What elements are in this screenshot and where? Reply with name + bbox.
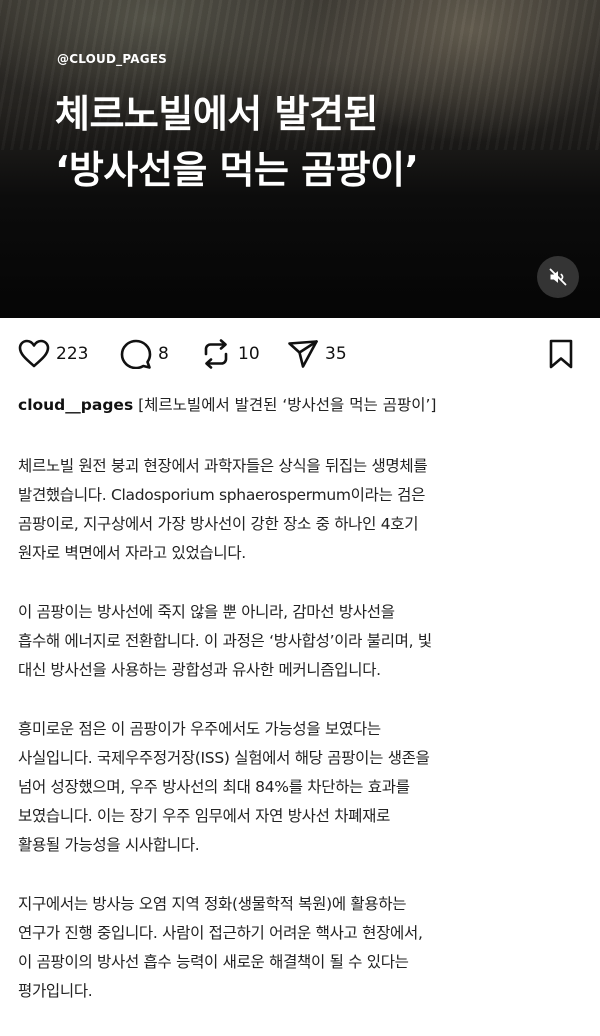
post-body: 체르노빌 원전 붕괴 현장에서 과학자들은 상식을 뒤집는 생명체를 발견했습니… <box>18 452 588 1036</box>
body-line: 보였습니다. 이는 장기 우주 임무에서 자연 방사선 차폐재로 <box>18 807 391 825</box>
body-line: 넘어 성장했으며, 우주 방사선의 최대 84%를 차단하는 효과를 <box>18 778 410 796</box>
heart-icon <box>18 339 50 368</box>
comment-button[interactable]: 8 <box>120 338 169 370</box>
body-paragraph-2: 이 곰팡이는 방사선에 죽지 않을 뿐 아니라, 감마선 방사선을 흡수해 에너… <box>18 598 588 685</box>
share-button[interactable]: 35 <box>287 338 347 370</box>
body-line: 이 곰팡이는 방사선에 죽지 않을 뿐 아니라, 감마선 방사선을 <box>18 603 395 621</box>
video-title-overlay: 체르노빌에서 발견된 ‘방사선을 먹는 곰팡이’ <box>55 86 555 198</box>
share-count: 35 <box>325 344 347 364</box>
repost-icon <box>204 339 228 369</box>
comment-count: 8 <box>158 344 169 364</box>
body-paragraph-1: 체르노빌 원전 붕괴 현장에서 과학자들은 상식을 뒤집는 생명체를 발견했습니… <box>18 452 588 568</box>
like-count: 223 <box>56 344 89 364</box>
post-actions-bar: 223 8 10 35 <box>0 318 600 392</box>
comment-bubble-icon <box>120 339 152 369</box>
post-caption: cloud__pages [체르노빌에서 발견된 ‘방사선을 먹는 곰팡이’] <box>18 393 588 417</box>
body-line: 원자로 벽면에서 자라고 있었습니다. <box>18 544 246 562</box>
body-line: 활용될 가능성을 시사합니다. <box>18 836 200 854</box>
body-line: 발견했습니다. Cladosporium sphaerospermum이라는 검… <box>18 486 426 504</box>
save-button[interactable] <box>548 338 574 370</box>
body-line: 연구가 진행 중입니다. 사람이 접근하기 어려운 핵사고 현장에서, <box>18 924 423 942</box>
body-line: 이 곰팡이의 방사선 흡수 능력이 새로운 해결책이 될 수 있다는 <box>18 953 409 971</box>
body-paragraph-4: 지구에서는 방사능 오염 지역 정화(생물학적 복원)에 활용하는 연구가 진행… <box>18 890 588 1006</box>
body-paragraph-3: 흥미로운 점은 이 곰팡이가 우주에서도 가능성을 보였다는 사실입니다. 국제… <box>18 715 588 860</box>
repost-button[interactable]: 10 <box>200 338 260 370</box>
video-title-line-1: 체르노빌에서 발견된 <box>55 92 378 136</box>
caption-username[interactable]: cloud__pages <box>18 396 133 414</box>
mute-button[interactable] <box>537 256 579 298</box>
body-line: 사실입니다. 국제우주정거장(ISS) 실험에서 해당 곰팡이는 생존을 <box>18 749 430 767</box>
body-line: 흡수해 에너지로 전환합니다. 이 과정은 ‘방사합성’이라 불리며, 빛 <box>18 632 432 650</box>
caption-text: [체르노빌에서 발견된 ‘방사선을 먹는 곰팡이’] <box>138 396 437 414</box>
video-title-line-2: ‘방사선을 먹는 곰팡이’ <box>55 148 419 192</box>
body-line: 곰팡이로, 지구상에서 가장 방사선이 강한 장소 중 하나인 4호기 <box>18 515 419 533</box>
speaker-muted-icon <box>549 268 567 286</box>
body-line: 지구에서는 방사능 오염 지역 정화(생물학적 복원)에 활용하는 <box>18 895 407 913</box>
repost-count: 10 <box>238 344 260 364</box>
video-handle-overlay: @CLOUD_PAGES <box>57 52 168 66</box>
send-paper-plane-icon <box>288 340 318 368</box>
like-button[interactable]: 223 <box>18 338 88 370</box>
body-line: 평가입니다. <box>18 982 93 1000</box>
video-player[interactable]: @CLOUD_PAGES 체르노빌에서 발견된 ‘방사선을 먹는 곰팡이’ <box>0 0 600 318</box>
body-line: 체르노빌 원전 붕괴 현장에서 과학자들은 상식을 뒤집는 생명체를 <box>18 457 428 475</box>
body-line: 대신 방사선을 사용하는 광합성과 유사한 메커니즘입니다. <box>18 661 381 679</box>
bookmark-icon <box>549 339 573 369</box>
body-line: 흥미로운 점은 이 곰팡이가 우주에서도 가능성을 보였다는 <box>18 720 381 738</box>
